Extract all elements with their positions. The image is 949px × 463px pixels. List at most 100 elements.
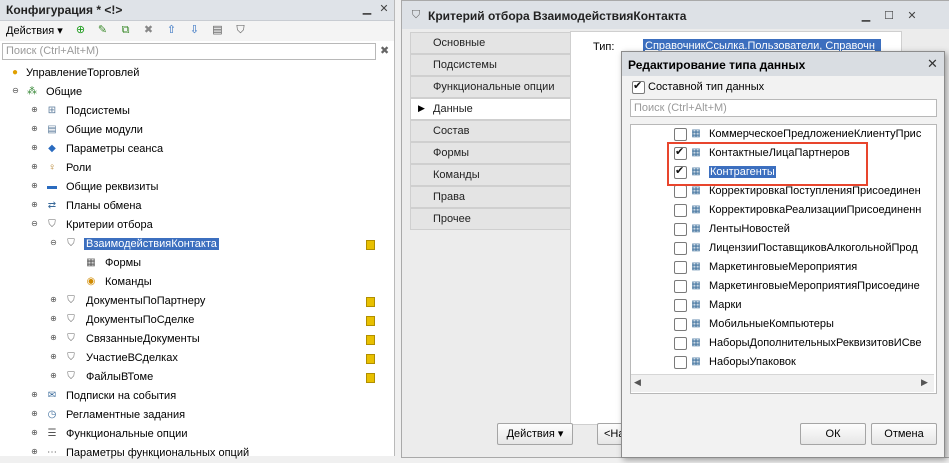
item-checkbox[interactable] (674, 280, 687, 293)
collapse-icon[interactable]: ⊖ (11, 87, 20, 96)
tab-rights[interactable]: Права (410, 186, 571, 208)
list-item[interactable]: ▦ МобильныеКомпьютеры (631, 315, 936, 334)
item-checkbox[interactable] (674, 356, 687, 369)
tree-item[interactable]: ⊕ ⛉ УчастиеВСделках (0, 349, 394, 368)
tree-item[interactable]: ⊕ ▬ Общие реквизиты (0, 178, 394, 197)
tab-other[interactable]: Прочее (410, 208, 571, 230)
item-checkbox[interactable] (674, 204, 687, 217)
item-checkbox[interactable] (674, 299, 687, 312)
copy-icon[interactable]: ⧉ (118, 23, 133, 38)
actions-menu[interactable]: Действия ▾ (6, 24, 63, 37)
list-item[interactable]: ▦ ЛентыНовостей (631, 220, 936, 239)
tab-composition[interactable]: Состав (410, 120, 571, 142)
tree-item[interactable]: ⊕ ▤ Общие модули (0, 121, 394, 140)
tree-item[interactable]: ⊕ ⇄ Планы обмена (0, 197, 394, 216)
expand-icon[interactable]: ⊕ (30, 144, 39, 153)
expand-icon[interactable]: ⊕ (49, 372, 58, 381)
sort-icon[interactable]: ▤ (210, 23, 225, 38)
tree-item[interactable]: ⊕ ⊞ Подсистемы (0, 102, 394, 121)
type-label: Тип: (593, 41, 615, 53)
ok-button[interactable]: ОК (800, 423, 866, 445)
list-item[interactable]: ▦ МаркетинговыеМероприятияПрисоедине (631, 277, 936, 296)
close-icon[interactable]: ✕ (377, 2, 391, 16)
dialog-search-input[interactable]: Поиск (Ctrl+Alt+M) (630, 99, 937, 117)
composite-type-checkbox[interactable] (632, 79, 645, 94)
tree-item[interactable]: ◉ Команды (0, 273, 394, 292)
expand-icon[interactable]: ⊕ (49, 334, 58, 343)
scroll-left-icon[interactable]: ◀ (634, 377, 641, 388)
tree-item[interactable]: ⊖ ⁂ Общие (0, 83, 394, 102)
item-checkbox[interactable] (674, 128, 687, 141)
close-icon[interactable]: ✕ (905, 9, 919, 23)
roles-icon: ♀ (48, 162, 56, 173)
clear-search-icon[interactable]: ✖ (380, 44, 392, 57)
tab-basic[interactable]: Основные (410, 32, 571, 54)
tree-item[interactable]: ⊕ ⋯ Параметры функциональных опций (0, 444, 394, 463)
move-up-icon[interactable]: ⇧ (164, 23, 179, 38)
tree-item[interactable]: ⊕ ⛉ ФайлыВТоме (0, 368, 394, 387)
tree-item[interactable]: ⊕ ◷ Регламентные задания (0, 406, 394, 425)
add-icon[interactable]: ⊕ (73, 23, 88, 38)
tree-item-selected[interactable]: ⊖ ⛉ ВзаимодействияКонтакта (0, 235, 394, 254)
tree-item[interactable]: ⊕ ⛉ СвязанныеДокументы (0, 330, 394, 349)
expand-icon[interactable]: ⊕ (30, 182, 39, 191)
expand-icon[interactable]: ⊕ (30, 201, 39, 210)
list-item[interactable]: ▦ Марки (631, 296, 936, 315)
highlight-annotation (667, 142, 868, 186)
cancel-button[interactable]: Отмена (871, 423, 937, 445)
list-item[interactable]: ▦ НаборыДополнительныхРеквизитовИСве (631, 334, 936, 353)
tree-item[interactable]: ⊕ ♀ Роли (0, 159, 394, 178)
expand-icon[interactable]: ⊕ (49, 296, 58, 305)
horizontal-scrollbar[interactable]: ◀ ▶ (631, 374, 934, 392)
tab-forms[interactable]: Формы (410, 142, 571, 164)
close-icon[interactable]: ✕ (927, 56, 938, 72)
list-item[interactable]: ▦ МаркетинговыеМероприятия (631, 258, 936, 277)
item-checkbox[interactable] (674, 318, 687, 331)
list-item[interactable]: ▦ НаборыУпаковок (631, 353, 936, 372)
tab-subsystems[interactable]: Подсистемы (410, 54, 571, 76)
tab-functional-options[interactable]: Функциональные опции (410, 76, 571, 98)
tab-commands[interactable]: Команды (410, 164, 571, 186)
actions-button[interactable]: Действия ▾ (497, 423, 573, 445)
expand-icon[interactable]: ⊕ (30, 429, 39, 438)
expand-icon[interactable]: ⊕ (49, 353, 58, 362)
tree-item-label: ВзаимодействияКонтакта (84, 238, 219, 250)
tree-item[interactable]: ⊕ ⛉ ДокументыПоПартнеру (0, 292, 394, 311)
item-checkbox[interactable] (674, 261, 687, 274)
filter-criterion-icon: ⛉ (67, 238, 75, 249)
expand-icon[interactable]: ⊕ (30, 391, 39, 400)
list-item-label: МобильныеКомпьютеры (709, 318, 834, 330)
item-checkbox[interactable] (674, 337, 687, 350)
collapse-icon[interactable]: ⊖ (30, 220, 39, 229)
tree-item[interactable]: ⊕ ✉ Подписки на события (0, 387, 394, 406)
scroll-right-icon[interactable]: ▶ (921, 377, 928, 388)
item-checkbox[interactable] (674, 185, 687, 198)
commands-icon: ◉ (86, 276, 96, 287)
expand-icon[interactable]: ⊕ (30, 106, 39, 115)
item-checkbox[interactable] (674, 242, 687, 255)
list-item[interactable]: ▦ КорректировкаРеализацииПрисоединенн (631, 201, 936, 220)
tree-item[interactable]: ⊕ ◆ Параметры сеанса (0, 140, 394, 159)
tree-item[interactable]: ● УправлениеТорговлей (0, 64, 394, 83)
expand-icon[interactable]: ⊕ (49, 315, 58, 324)
support-cube-icon (366, 316, 375, 326)
expand-icon[interactable]: ⊕ (30, 410, 39, 419)
move-down-icon[interactable]: ⇩ (187, 23, 202, 38)
tree-item[interactable]: ▦ Формы (0, 254, 394, 273)
collapse-icon[interactable]: ⊖ (49, 239, 58, 248)
configuration-search-input[interactable]: Поиск (Ctrl+Alt+M) (2, 43, 376, 60)
maximize-icon[interactable]: ☐ (882, 9, 896, 23)
tree-item[interactable]: ⊕ ⛉ ДокументыПоСделке (0, 311, 394, 330)
list-item[interactable]: ▦ ЛицензииПоставщиковАлкогольнойПрод (631, 239, 936, 258)
tree-item[interactable]: ⊕ ☰ Функциональные опции (0, 425, 394, 444)
tree-item[interactable]: ⊖ ⛉ Критерии отбора (0, 216, 394, 235)
minimize-icon[interactable]: ▁ (360, 2, 374, 16)
delete-icon[interactable]: ✖ (141, 23, 156, 38)
tab-data[interactable]: ▶ Данные (410, 98, 571, 120)
expand-icon[interactable]: ⊕ (30, 125, 39, 134)
item-checkbox[interactable] (674, 223, 687, 236)
expand-icon[interactable]: ⊕ (30, 163, 39, 172)
edit-icon[interactable]: ✎ (95, 23, 110, 38)
minimize-icon[interactable]: ▁ (859, 9, 873, 23)
filter-icon[interactable]: ⛉ (233, 23, 248, 38)
